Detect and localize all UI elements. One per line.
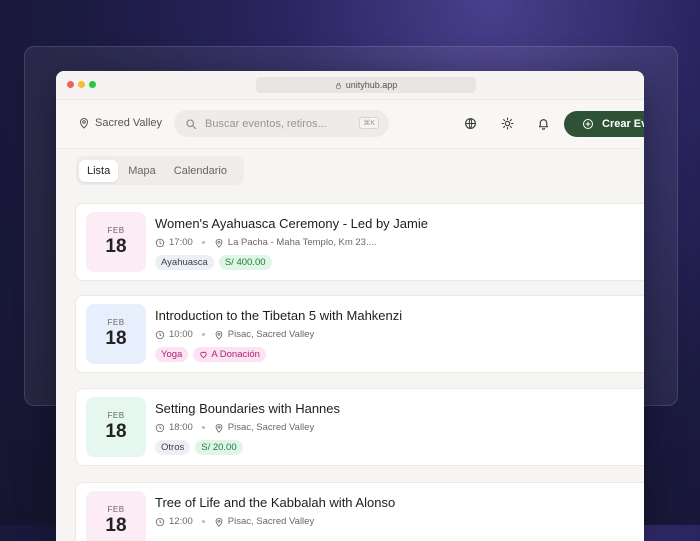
event-card[interactable]: FEB 18 Setting Boundaries with Hannes 18… xyxy=(75,388,644,466)
event-date-badge: FEB 18 xyxy=(86,212,146,272)
view-tabs: Lista Mapa Calendario xyxy=(76,156,244,185)
tab-lista[interactable]: Lista xyxy=(79,159,119,182)
event-meta: 12:00 Pisac, Sacred Valley xyxy=(155,516,314,527)
search-icon xyxy=(186,118,197,129)
event-place: La Pacha - Maha Templo, Km 23.... xyxy=(227,237,377,248)
donation-label: A Donación xyxy=(211,349,260,360)
map-pin-icon xyxy=(215,517,223,527)
event-time: 12:00 xyxy=(169,516,193,527)
tab-mapa[interactable]: Mapa xyxy=(120,160,164,182)
price-tag: S/ 400.00 xyxy=(218,255,272,270)
event-card[interactable]: FEB 18 Tree of Life and the Kabbalah wit… xyxy=(75,482,644,541)
event-day: 18 xyxy=(105,515,127,536)
maximize-window-button[interactable] xyxy=(89,81,96,88)
event-month: FEB xyxy=(107,226,125,235)
clock-icon xyxy=(155,517,165,526)
event-time: 17:00 xyxy=(169,237,193,248)
event-card[interactable]: FEB 18 Women's Ayahuasca Ceremony - Led … xyxy=(75,203,644,281)
create-event-button[interactable]: Crear Ev xyxy=(564,111,644,137)
lock-icon xyxy=(335,82,341,89)
event-meta: 10:00 Pisac, Sacred Valley xyxy=(155,329,314,340)
event-meta: 17:00 La Pacha - Maha Templo, Km 23.... xyxy=(155,237,377,248)
event-date-badge: FEB 18 xyxy=(86,491,146,541)
event-tags: Ayahuasca S/ 400.00 xyxy=(155,255,272,270)
plus-circle-icon xyxy=(583,119,593,129)
browser-window: unityhub.app Sacred Valley ⌘K Crear Ev L… xyxy=(56,71,644,541)
event-place: Pisac, Sacred Valley xyxy=(227,422,315,433)
browser-titlebar: unityhub.app xyxy=(56,71,644,100)
minimize-window-button[interactable] xyxy=(78,81,85,88)
map-pin-icon xyxy=(79,118,89,129)
event-title[interactable]: Setting Boundaries with Hannes xyxy=(155,401,340,416)
bell-icon[interactable] xyxy=(537,117,550,130)
event-meta: 18:00 Pisac, Sacred Valley xyxy=(155,422,314,433)
event-month: FEB xyxy=(107,318,125,327)
event-time: 18:00 xyxy=(169,422,193,433)
create-event-label: Crear Ev xyxy=(602,118,644,130)
close-window-button[interactable] xyxy=(67,81,74,88)
meta-separator xyxy=(201,426,205,429)
event-month: FEB xyxy=(107,411,125,420)
globe-icon[interactable] xyxy=(464,117,477,130)
event-tags: Otros S/ 20.00 xyxy=(155,440,243,455)
meta-separator xyxy=(201,333,205,336)
map-pin-icon xyxy=(215,238,223,248)
location-label: Sacred Valley xyxy=(95,117,163,129)
heart-icon xyxy=(200,351,208,358)
event-time: 10:00 xyxy=(169,329,193,340)
event-place: Pisac, Sacred Valley xyxy=(227,516,315,527)
tab-calendario[interactable]: Calendario xyxy=(166,160,235,182)
category-tag: Otros xyxy=(155,440,191,455)
search-input[interactable] xyxy=(203,116,357,131)
clock-icon xyxy=(155,423,165,432)
event-day: 18 xyxy=(105,328,127,349)
category-tag: Yoga xyxy=(155,347,189,362)
event-title[interactable]: Women's Ayahuasca Ceremony - Led by Jami… xyxy=(155,216,428,231)
category-tag: Ayahuasca xyxy=(155,255,214,270)
event-title[interactable]: Tree of Life and the Kabbalah with Alons… xyxy=(155,495,395,510)
address-bar[interactable]: unityhub.app xyxy=(256,77,476,93)
location-selector[interactable]: Sacred Valley xyxy=(78,117,162,129)
donation-tag: A Donación xyxy=(193,347,266,362)
meta-separator xyxy=(201,241,205,244)
event-date-badge: FEB 18 xyxy=(86,397,146,457)
sun-icon[interactable] xyxy=(501,117,514,130)
url-text: unityhub.app xyxy=(345,80,398,90)
app-header: Sacred Valley ⌘K Crear Ev xyxy=(56,100,644,149)
map-pin-icon xyxy=(215,423,223,433)
map-pin-icon xyxy=(215,330,223,340)
event-day: 18 xyxy=(105,236,127,257)
meta-separator xyxy=(201,520,205,523)
event-date-badge: FEB 18 xyxy=(86,304,146,364)
price-tag: S/ 20.00 xyxy=(195,440,243,455)
search-shortcut-badge: ⌘K xyxy=(359,117,379,129)
event-card[interactable]: FEB 18 Introduction to the Tibetan 5 wit… xyxy=(75,295,644,373)
search-bar[interactable]: ⌘K xyxy=(174,110,389,137)
event-title[interactable]: Introduction to the Tibetan 5 with Mahke… xyxy=(155,308,402,323)
event-day: 18 xyxy=(105,421,127,442)
event-tags: Yoga A Donación xyxy=(155,347,266,362)
clock-icon xyxy=(155,330,165,339)
event-month: FEB xyxy=(107,505,125,514)
clock-icon xyxy=(155,238,165,247)
event-place: Pisac, Sacred Valley xyxy=(227,329,315,340)
